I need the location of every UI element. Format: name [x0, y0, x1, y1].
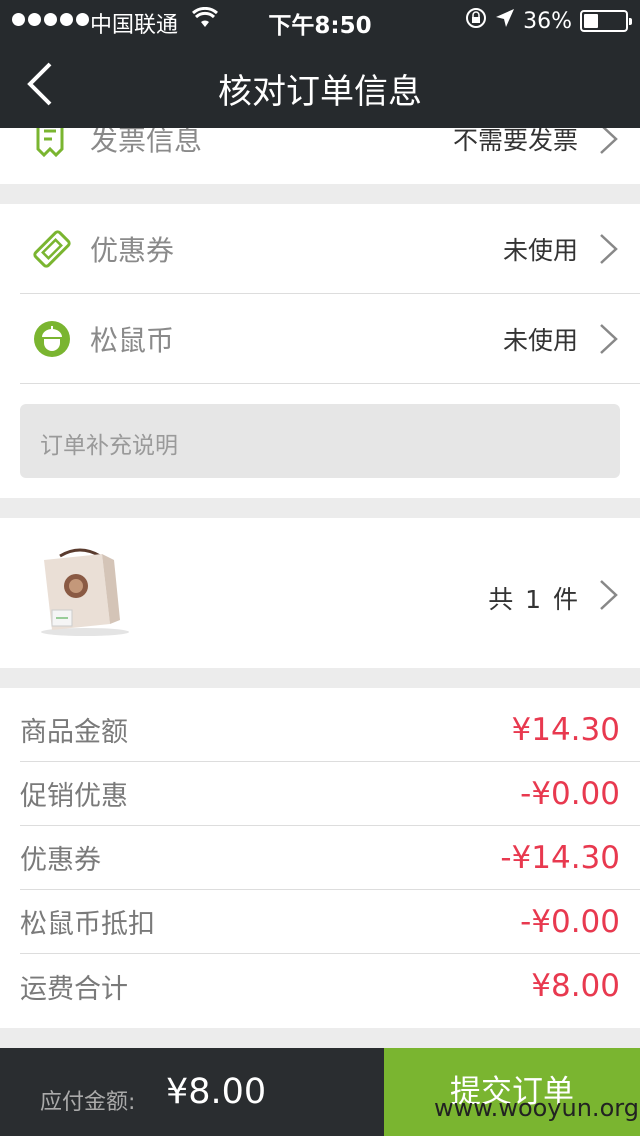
chevron-right-icon: [600, 323, 618, 354]
coupon-row[interactable]: 优惠券 未使用: [20, 204, 640, 294]
total-label: 应付金额:: [40, 1090, 136, 1115]
coupon-value: 未使用: [502, 235, 578, 265]
price-label: 商品金额: [20, 717, 128, 748]
watermark: www.wooyun.org: [434, 1094, 639, 1122]
coupon-icon: [30, 227, 74, 271]
chevron-right-icon: [600, 128, 618, 154]
price-label: 松鼠币抵扣: [20, 909, 155, 940]
price-value: -¥14.30: [500, 839, 620, 876]
submit-order-button[interactable]: 提交订单: [384, 1048, 640, 1136]
squirrel-coin-row[interactable]: 松鼠币 未使用: [20, 294, 640, 384]
order-note-input[interactable]: 订单补充说明: [20, 404, 620, 478]
price-value: -¥0.00: [520, 775, 620, 812]
price-value: -¥0.00: [520, 903, 620, 940]
squirrel-coin-label: 松鼠币: [90, 323, 175, 357]
discount-section: 优惠券 未使用 松鼠币 未使用 订单补充说明: [0, 204, 640, 498]
checkout-bar: 应付金额: ¥8.00 提交订单: [0, 1048, 640, 1136]
acorn-coin-icon: [30, 317, 74, 361]
total-value: ¥8.00: [166, 1072, 267, 1112]
product-thumbnail: [41, 548, 129, 636]
chevron-right-icon: [600, 580, 618, 610]
price-row-shipping: 运费合计 ¥8.00: [20, 954, 640, 1018]
price-label: 促销优惠: [20, 781, 128, 812]
chevron-right-icon: [600, 233, 618, 264]
location-arrow-icon: [495, 8, 515, 34]
price-summary: 商品金额 ¥14.30 促销优惠 -¥0.00 优惠券 -¥14.30 松鼠币抵…: [0, 688, 640, 1028]
price-label: 优惠券: [20, 845, 101, 876]
squirrel-coin-value: 未使用: [502, 325, 578, 355]
status-bar: 中国联通 下午8:50 36%: [0, 0, 640, 40]
price-row-goods: 商品金额 ¥14.30: [20, 698, 640, 762]
products-section[interactable]: 共 1 件: [0, 518, 640, 668]
battery-icon: [580, 10, 632, 32]
price-value: ¥8.00: [531, 968, 620, 1004]
coupon-label: 优惠券: [90, 233, 175, 267]
battery-percent: 36%: [523, 8, 572, 34]
invoice-label: 发票信息: [90, 128, 203, 157]
price-row-promotion: 促销优惠 -¥0.00: [20, 762, 640, 826]
price-row-coupon: 优惠券 -¥14.30: [20, 826, 640, 890]
price-label: 运费合计: [20, 973, 128, 1005]
price-value: ¥14.30: [511, 711, 620, 748]
top-bar: 中国联通 下午8:50 36% 核对订单信息: [0, 0, 640, 128]
invoice-section: 发票信息 不需要发票: [0, 128, 640, 184]
price-row-coin-deduction: 松鼠币抵扣 -¥0.00: [20, 890, 640, 954]
invoice-value: 不需要发票: [452, 128, 578, 155]
receipt-icon: [30, 128, 74, 161]
total-panel: 应付金额: ¥8.00: [0, 1048, 384, 1136]
nav-bar: 核对订单信息: [0, 40, 640, 128]
rotation-lock-icon: [465, 7, 487, 35]
page-title: 核对订单信息: [218, 72, 422, 112]
invoice-row[interactable]: 发票信息 不需要发票: [20, 128, 640, 184]
product-count: 共 1 件: [488, 585, 580, 614]
